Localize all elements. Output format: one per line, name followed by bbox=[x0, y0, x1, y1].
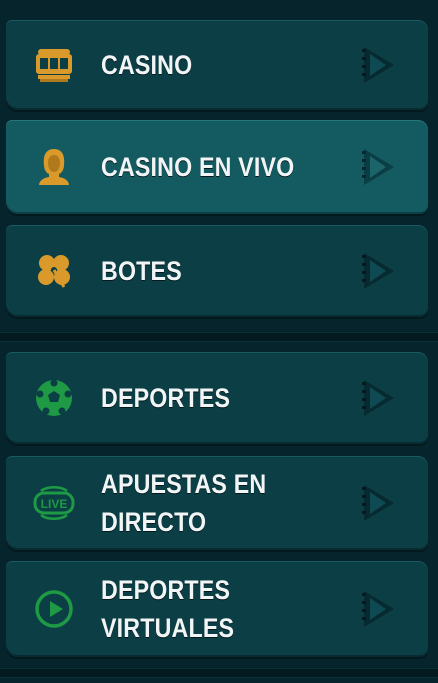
menu-item-label: CASINO bbox=[101, 50, 193, 80]
menu-item-label: CASINO EN VIVO bbox=[101, 152, 295, 182]
menu-item-casino[interactable]: CASINO bbox=[6, 20, 428, 110]
menu-item-deportes-virtuales[interactable]: DEPORTES VIRTUALES bbox=[6, 561, 428, 657]
menu-item-botes[interactable]: BOTES bbox=[6, 225, 428, 317]
group-divider bbox=[0, 332, 438, 342]
menu-item-label: DEPORTES VIRTUALES bbox=[101, 575, 235, 643]
chevron-right-icon bbox=[360, 378, 398, 418]
menu-item-apuestas-en-directo[interactable]: LIVE APUESTAS EN DIRECTO bbox=[6, 456, 428, 550]
chevron-right-icon bbox=[360, 251, 398, 291]
menu-item-label: DEPORTES bbox=[101, 383, 231, 413]
menu-item-casino-en-vivo[interactable]: CASINO EN VIVO bbox=[6, 120, 428, 214]
group-divider bbox=[0, 668, 438, 678]
live-badge-icon: LIVE bbox=[32, 481, 76, 525]
soccer-ball-icon bbox=[32, 376, 76, 420]
live-badge-text: LIVE bbox=[41, 497, 68, 511]
clover-icon bbox=[32, 249, 76, 293]
chevron-right-icon bbox=[360, 147, 398, 187]
chevron-right-icon bbox=[360, 45, 398, 85]
live-dealer-icon bbox=[32, 145, 76, 189]
slot-machine-icon bbox=[32, 43, 76, 87]
main-menu: CASINO CASINO EN VIVO BOTES DEPORTES LIV… bbox=[0, 0, 438, 683]
menu-item-label: APUESTAS EN DIRECTO bbox=[101, 469, 267, 537]
menu-item-deportes[interactable]: DEPORTES bbox=[6, 352, 428, 444]
chevron-right-icon bbox=[360, 589, 398, 629]
play-circle-icon bbox=[32, 587, 76, 631]
chevron-right-icon bbox=[360, 483, 398, 523]
menu-item-label: BOTES bbox=[101, 256, 182, 286]
